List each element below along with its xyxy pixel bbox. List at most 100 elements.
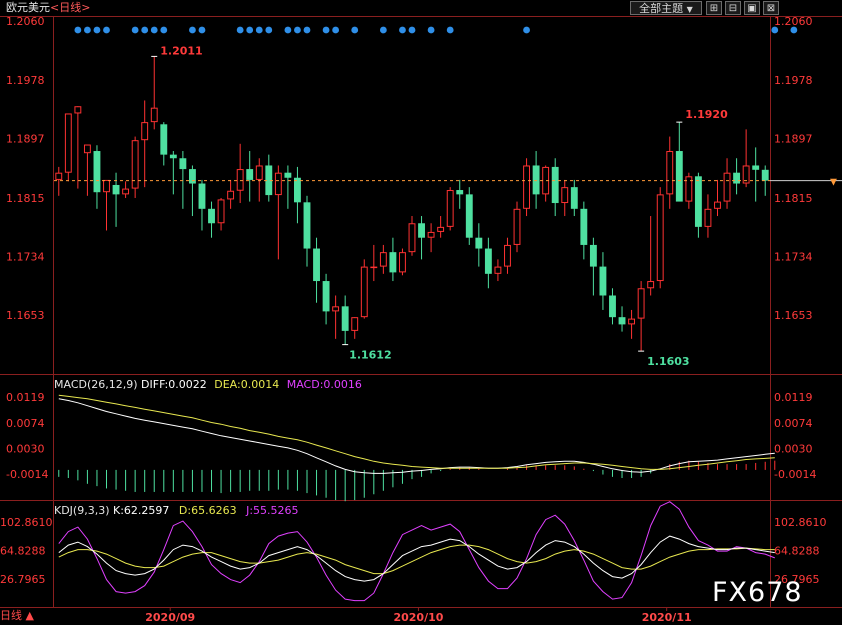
candle-body[interactable]: [303, 202, 311, 249]
candle-body[interactable]: [74, 106, 82, 114]
candle-body[interactable]: [227, 190, 235, 200]
candle-body[interactable]: [504, 244, 511, 267]
candle-body[interactable]: [169, 154, 177, 159]
candle-body[interactable]: [360, 266, 368, 318]
candle-body[interactable]: [484, 248, 492, 274]
candle-body[interactable]: [465, 194, 473, 238]
candle-body[interactable]: [141, 122, 149, 141]
macd-axis-right-label: 0.0030: [774, 443, 813, 456]
candle-body[interactable]: [179, 158, 187, 170]
signal-dot: [523, 26, 530, 34]
macd-dea-value: DEA:0.0014: [214, 378, 280, 391]
candle-body[interactable]: [389, 252, 397, 273]
candle-body[interactable]: [456, 190, 464, 195]
candle-body[interactable]: [714, 201, 721, 209]
candle-body[interactable]: [236, 169, 244, 191]
candle-body[interactable]: [628, 318, 636, 325]
candle-body[interactable]: [723, 172, 731, 202]
candle-body[interactable]: [418, 223, 425, 238]
candle-body[interactable]: [313, 248, 320, 282]
maximize-icon[interactable]: ▣: [744, 1, 760, 15]
candle-body[interactable]: [513, 208, 521, 245]
candle-body[interactable]: [675, 151, 683, 202]
candle-body[interactable]: [637, 288, 645, 319]
candle-body[interactable]: [351, 317, 359, 331]
candle-body[interactable]: [408, 223, 416, 253]
signal-dot: [103, 26, 110, 34]
candle-body[interactable]: [112, 184, 120, 195]
candle-body[interactable]: [379, 252, 387, 267]
candle-body[interactable]: [427, 231, 435, 238]
candle-body[interactable]: [475, 237, 483, 249]
candle-body[interactable]: [198, 183, 206, 209]
candle-body[interactable]: [399, 252, 406, 273]
signal-dot: [322, 26, 330, 34]
candle-body[interactable]: [599, 266, 607, 296]
candle-body[interactable]: [246, 169, 254, 180]
candle-body[interactable]: [532, 165, 540, 195]
grid-layout-icon[interactable]: ⊞: [706, 1, 722, 15]
candle-body[interactable]: [208, 208, 215, 224]
chevron-down-icon: ▼: [686, 5, 693, 14]
candle-body[interactable]: [618, 317, 626, 325]
kdj-axis-left-label: 26.7965: [0, 573, 46, 586]
candle-body[interactable]: [580, 208, 588, 245]
candle-body[interactable]: [370, 266, 378, 269]
candle-body[interactable]: [55, 172, 63, 180]
split-layout-icon[interactable]: ⊟: [725, 1, 741, 15]
candle-body[interactable]: [93, 151, 101, 193]
candle-body[interactable]: [704, 208, 712, 227]
current-price-marker: ▼: [830, 178, 837, 188]
candle-body[interactable]: [446, 190, 454, 227]
signal-dot: [294, 26, 301, 34]
candle-body[interactable]: [150, 107, 158, 123]
candle-body[interactable]: [322, 281, 330, 312]
kdj-axis-left-label: 64.8288: [0, 544, 46, 557]
candle-body[interactable]: [609, 295, 616, 318]
candle-body[interactable]: [656, 194, 664, 282]
signal-dot: [771, 26, 779, 34]
candle-body[interactable]: [761, 169, 769, 181]
candle-body[interactable]: [570, 187, 578, 209]
chart-canvas[interactable]: 1.2060 1.2060 1.1978 1.1978 1.1897 1.1897 1.18…: [0, 0, 842, 625]
close-icon[interactable]: ⊠: [763, 1, 779, 15]
candle-body[interactable]: [666, 151, 674, 195]
candle-body[interactable]: [437, 226, 445, 232]
candle-body[interactable]: [122, 188, 130, 195]
candle-body[interactable]: [561, 187, 569, 204]
candle-body[interactable]: [494, 266, 502, 274]
candle-body[interactable]: [255, 165, 263, 180]
candle-body[interactable]: [733, 172, 741, 184]
candle-body[interactable]: [83, 144, 91, 154]
candle-body[interactable]: [294, 177, 301, 203]
candle-body[interactable]: [64, 113, 72, 173]
kdj-axis-right-label: 102.8610: [774, 516, 827, 529]
candle-body[interactable]: [523, 165, 530, 209]
candle-body[interactable]: [188, 169, 196, 184]
candle-body[interactable]: [341, 306, 349, 331]
period-label[interactable]: <日线>: [50, 1, 90, 14]
chart-title: 欧元美元<日线>: [6, 1, 90, 15]
candle-body[interactable]: [284, 172, 292, 178]
candle-body[interactable]: [551, 166, 559, 204]
signal-dot: [255, 26, 263, 34]
period-toggle[interactable]: 日线 ▲: [0, 609, 34, 623]
price-axis-left-label: 1.1734: [6, 250, 45, 263]
price-axis-right-label: 1.1897: [774, 133, 813, 146]
candle-body[interactable]: [332, 306, 340, 312]
price-axis-right-label: 1.1653: [774, 309, 813, 322]
candle-body[interactable]: [160, 124, 168, 155]
macd-axis-right-label: 0.0119: [774, 391, 813, 404]
candle-body[interactable]: [647, 281, 655, 289]
macd-axis-left-label: 0.0074: [6, 417, 45, 430]
signal-dot: [408, 26, 416, 34]
theme-select-button[interactable]: 全部主题 ▼: [630, 1, 702, 15]
signal-dot: [246, 26, 254, 34]
candle-body[interactable]: [103, 179, 110, 193]
candle-body[interactable]: [694, 176, 702, 227]
candle-body[interactable]: [752, 165, 760, 170]
candle-body[interactable]: [274, 172, 282, 196]
candle-body[interactable]: [589, 244, 597, 267]
macd-axis-left-label: 0.0119: [6, 391, 45, 404]
candle-body[interactable]: [217, 199, 225, 224]
